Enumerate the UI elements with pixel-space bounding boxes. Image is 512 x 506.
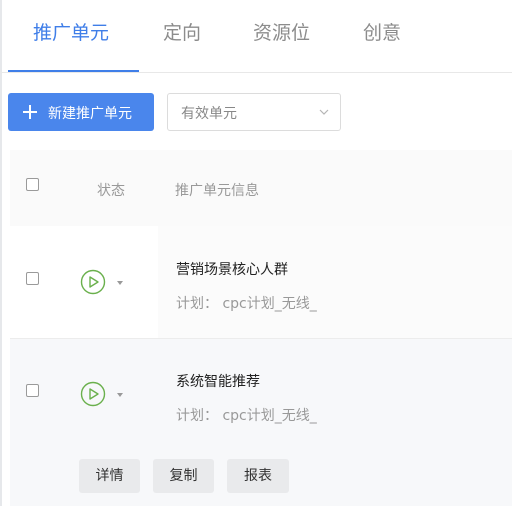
- chevron-down-icon: [319, 109, 329, 115]
- tab-resource-slot[interactable]: 资源位: [253, 18, 310, 45]
- tab-creative[interactable]: 创意: [363, 18, 401, 45]
- header-status: 状态: [97, 183, 125, 199]
- active-tab-indicator: [8, 70, 139, 72]
- tab-targeting[interactable]: 定向: [163, 18, 201, 45]
- table-row: 营销场景核心人群 计划： cpc计划_无线_: [10, 226, 512, 339]
- caret-down-icon[interactable]: [116, 280, 124, 286]
- details-button[interactable]: 详情: [79, 459, 140, 493]
- left-border: [0, 0, 2, 506]
- play-circle-icon[interactable]: [80, 269, 106, 295]
- new-promotion-unit-button[interactable]: 新建推广单元: [8, 93, 154, 131]
- table-header: 状态 推广单元信息: [10, 150, 512, 226]
- unit-plan: 计划： cpc计划_无线_: [176, 296, 317, 312]
- tab-bar: 推广单元 定向 资源位 创意: [0, 0, 512, 73]
- unit-plan: 计划： cpc计划_无线_: [176, 408, 317, 424]
- row-checkbox[interactable]: [26, 384, 39, 397]
- unit-name[interactable]: 营销场景核心人群: [176, 259, 288, 279]
- unit-filter-select[interactable]: 有效单元: [167, 93, 341, 131]
- unit-name[interactable]: 系统智能推荐: [176, 371, 260, 391]
- plus-icon: [23, 105, 37, 119]
- table-row: 系统智能推荐 计划： cpc计划_无线_ 详情 复制 报表: [10, 339, 512, 506]
- caret-down-icon[interactable]: [116, 392, 124, 398]
- new-button-label: 新建推广单元: [48, 106, 132, 122]
- copy-button[interactable]: 复制: [153, 459, 214, 493]
- tab-promotion-unit[interactable]: 推广单元: [33, 18, 109, 45]
- select-all-checkbox[interactable]: [26, 178, 39, 191]
- unit-filter-value: 有效单元: [181, 106, 237, 122]
- report-button[interactable]: 报表: [227, 459, 289, 493]
- row-info-cell: [158, 226, 512, 338]
- play-circle-icon[interactable]: [80, 381, 106, 407]
- header-unit-info: 推广单元信息: [175, 183, 259, 199]
- row-checkbox[interactable]: [26, 272, 39, 285]
